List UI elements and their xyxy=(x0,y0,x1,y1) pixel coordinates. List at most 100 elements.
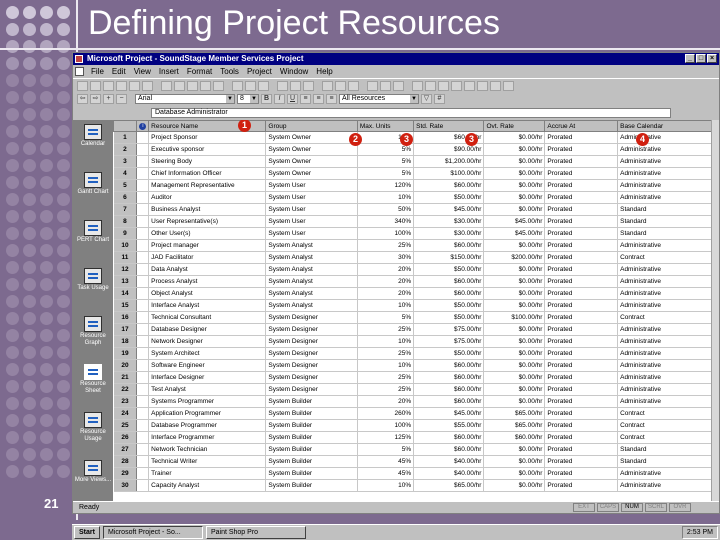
indicator-cell[interactable] xyxy=(136,311,150,324)
indicator-cell[interactable] xyxy=(136,227,150,240)
base-calendar-cell[interactable]: Contract xyxy=(617,419,719,432)
resource-name-cell[interactable]: JAD Facilitator xyxy=(148,251,267,264)
table-row[interactable]: 21 Interface Designer System Designer 25% $6… xyxy=(113,371,719,384)
align-center-icon[interactable]: ≡ xyxy=(313,94,324,104)
resource-name-cell[interactable]: Chief Information Officer xyxy=(148,167,267,180)
indicator-cell[interactable] xyxy=(136,407,150,420)
max-units-cell[interactable]: 100% xyxy=(357,419,415,432)
resource-name-cell[interactable]: Object Analyst xyxy=(148,287,267,300)
accrue-at-cell[interactable]: Prorated xyxy=(544,263,619,276)
layout-icon[interactable] xyxy=(490,80,501,91)
row-number[interactable]: 18 xyxy=(113,335,138,348)
std-rate-cell[interactable]: $60.00/hr xyxy=(413,395,485,408)
print-icon[interactable] xyxy=(116,80,127,91)
save-icon[interactable] xyxy=(103,80,114,91)
menu-file[interactable]: File xyxy=(87,65,108,78)
max-units-cell[interactable]: 25% xyxy=(357,323,415,336)
base-calendar-cell[interactable]: Standard xyxy=(617,203,719,216)
resource-name-cell[interactable]: Network Designer xyxy=(148,335,267,348)
indicator-cell[interactable] xyxy=(136,359,150,372)
resource-name-cell[interactable]: Other User(s) xyxy=(148,227,267,240)
table-row[interactable]: 14 Object Analyst System Analyst 20% $60.00/… xyxy=(113,287,719,300)
group-cell[interactable]: System User xyxy=(265,215,358,228)
group-cell[interactable]: System Builder xyxy=(265,431,358,444)
std-rate-cell[interactable]: $50.00/hr xyxy=(413,299,485,312)
table-row[interactable]: 20 Software Engineer System Designer 10% $60… xyxy=(113,359,719,372)
indent-right-icon[interactable]: ⇨ xyxy=(90,94,101,104)
layout-icon[interactable] xyxy=(412,80,423,91)
max-units-cell[interactable]: 120% xyxy=(357,179,415,192)
group-cell[interactable]: System Builder xyxy=(265,455,358,468)
zoom-in-icon[interactable] xyxy=(322,80,333,91)
max-units-cell[interactable]: 260% xyxy=(357,407,415,420)
indicator-cell[interactable] xyxy=(136,191,150,204)
ovt-rate-cell[interactable]: $0.00/hr xyxy=(483,347,546,360)
row-number[interactable]: 9 xyxy=(113,227,138,240)
column-header[interactable]: Std. Rate xyxy=(413,120,485,132)
accrue-at-cell[interactable]: Prorated xyxy=(544,251,619,264)
row-number[interactable]: 7 xyxy=(113,203,138,216)
std-rate-cell[interactable]: $60.00/hr xyxy=(413,383,485,396)
max-units-cell[interactable]: 5% xyxy=(357,155,415,168)
base-calendar-cell[interactable]: Administrative xyxy=(617,479,719,492)
group-cell[interactable]: System Designer xyxy=(265,371,358,384)
ovt-rate-cell[interactable]: $65.00/hr xyxy=(483,407,546,420)
indicator-cell[interactable] xyxy=(136,251,150,264)
base-calendar-cell[interactable]: Administrative xyxy=(617,395,719,408)
indicator-cell[interactable] xyxy=(136,299,150,312)
layout-icon[interactable] xyxy=(503,80,514,91)
base-calendar-cell[interactable]: Administrative xyxy=(617,347,719,360)
std-rate-cell[interactable]: $30.00/hr xyxy=(413,215,485,228)
group-cell[interactable]: System User xyxy=(265,227,358,240)
ovt-rate-cell[interactable]: $0.00/hr xyxy=(483,371,546,384)
accrue-at-cell[interactable]: Prorated xyxy=(544,287,619,300)
indicator-cell[interactable] xyxy=(136,167,150,180)
ovt-rate-cell[interactable]: $0.00/hr xyxy=(483,239,546,252)
group-cell[interactable]: System Designer xyxy=(265,311,358,324)
resource-name-cell[interactable]: Database Programmer xyxy=(148,419,267,432)
std-rate-cell[interactable]: $75.00/hr xyxy=(413,323,485,336)
table-row[interactable]: 5 Management Representative System User 120… xyxy=(113,179,719,192)
remove-icon[interactable]: − xyxy=(116,94,127,104)
accrue-at-cell[interactable]: Prorated xyxy=(544,275,619,288)
max-units-cell[interactable]: 5% xyxy=(357,311,415,324)
ovt-rate-cell[interactable]: $0.00/hr xyxy=(483,275,546,288)
align-right-icon[interactable]: ≡ xyxy=(326,94,337,104)
indicator-cell[interactable] xyxy=(136,287,150,300)
indicator-cell[interactable] xyxy=(136,155,150,168)
column-header[interactable]: Max. Units xyxy=(356,120,415,132)
base-calendar-cell[interactable]: Administrative xyxy=(617,179,719,192)
row-number[interactable]: 8 xyxy=(113,215,138,228)
help-icon[interactable] xyxy=(393,80,404,91)
cut-icon[interactable] xyxy=(161,80,172,91)
accrue-at-cell[interactable]: Prorated xyxy=(544,347,619,360)
max-units-cell[interactable]: 50% xyxy=(357,203,415,216)
layout-icon[interactable] xyxy=(451,80,462,91)
indicator-cell[interactable] xyxy=(136,239,150,252)
ovt-rate-cell[interactable]: $200.00/hr xyxy=(483,251,546,264)
indicator-cell[interactable] xyxy=(136,395,150,408)
max-units-cell[interactable]: 10% xyxy=(357,479,415,492)
table-row[interactable]: 10 Project manager System Analyst 25% $60.00… xyxy=(113,239,719,252)
table-row[interactable]: 24 Application Programmer System Builder 26… xyxy=(113,407,719,420)
base-calendar-cell[interactable]: Administrative xyxy=(617,167,719,180)
group-cell[interactable]: System Builder xyxy=(265,419,358,432)
std-rate-cell[interactable]: $75.00/hr xyxy=(413,335,485,348)
base-calendar-cell[interactable]: Standard xyxy=(617,443,719,456)
print-preview-icon[interactable] xyxy=(129,80,140,91)
table-row[interactable]: 13 Process Analyst System Analyst 20% $60.00… xyxy=(113,275,719,288)
ovt-rate-cell[interactable]: $0.00/hr xyxy=(483,179,546,192)
base-calendar-cell[interactable]: Contract xyxy=(617,407,719,420)
max-units-cell[interactable]: 20% xyxy=(357,395,415,408)
std-rate-cell[interactable]: $1,200.00/hr xyxy=(413,155,485,168)
column-header[interactable]: Accrue At xyxy=(544,120,619,132)
ovt-rate-cell[interactable]: $0.00/hr xyxy=(483,395,546,408)
resource-name-cell[interactable]: Process Analyst xyxy=(148,275,267,288)
row-number[interactable]: 22 xyxy=(113,383,138,396)
max-units-cell[interactable]: 20% xyxy=(357,287,415,300)
ovt-rate-cell[interactable]: $0.00/hr xyxy=(483,203,546,216)
resource-name-cell[interactable]: Network Technician xyxy=(148,443,267,456)
resource-name-cell[interactable]: Software Engineer xyxy=(148,359,267,372)
indicator-cell[interactable] xyxy=(136,323,150,336)
start-button[interactable]: Start xyxy=(74,526,100,539)
